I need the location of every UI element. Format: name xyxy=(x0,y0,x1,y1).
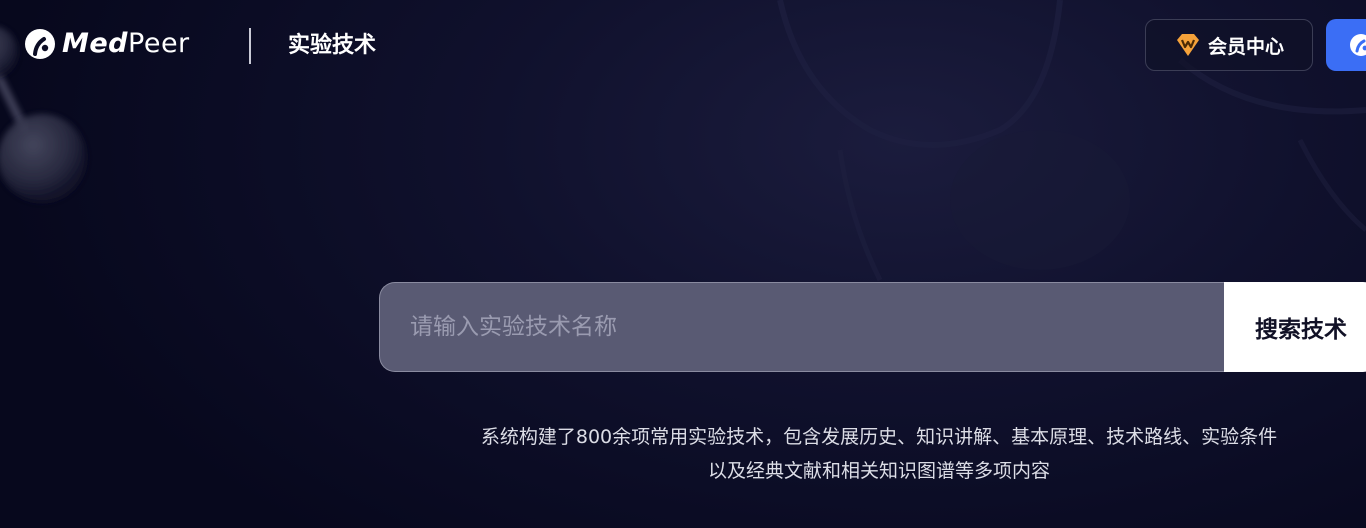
user-login-button[interactable] xyxy=(1326,19,1366,71)
member-center-button[interactable]: 会员中心 xyxy=(1145,19,1313,71)
description-line-1: 系统构建了800余项常用实验技术，包含发展历史、知识讲解、基本原理、技术路线、实… xyxy=(480,426,1278,448)
search-technique-button[interactable]: 搜索技术 xyxy=(1224,282,1366,372)
m-badge-icon xyxy=(1176,34,1199,56)
user-icon xyxy=(1350,34,1366,56)
platform-description: 系统构建了800余项常用实验技术，包含发展历史、知识讲解、基本原理、技术路线、实… xyxy=(379,420,1366,488)
technique-search-bar: 搜索技术 xyxy=(379,282,1366,372)
medpeer-logo[interactable]: MedPeer xyxy=(24,27,190,61)
top-header: MedPeer 实验技术 会员中心 xyxy=(0,0,1366,92)
member-center-label: 会员中心 xyxy=(1207,35,1284,58)
medpeer-logo-icon xyxy=(25,29,55,59)
description-line-2: 以及经典文献和相关知识图谱等多项内容 xyxy=(707,460,1050,482)
header-divider xyxy=(249,28,251,64)
section-title: 实验技术 xyxy=(288,33,377,58)
logo-text: MedPeer xyxy=(62,28,190,59)
technique-search-input[interactable] xyxy=(379,282,1224,372)
